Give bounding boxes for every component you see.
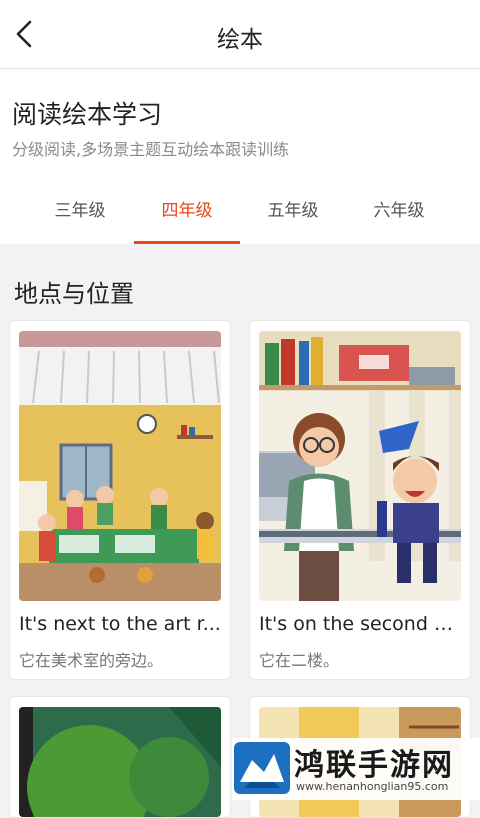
book-card[interactable]: It's on the second fl... 它在二楼。 [249, 320, 471, 680]
book-cover-image [19, 331, 221, 601]
book-subtitle: 它在二楼。 [259, 651, 340, 670]
top-bar: 绘本 [0, 0, 480, 69]
intro-panel: 阅读绘本学习 分级阅读,多场景主题互动绘本跟读训练 三年级 四年级 五年级 六年… [0, 69, 480, 244]
intro-subtitle: 分级阅读,多场景主题互动绘本跟读训练 [12, 140, 290, 159]
intro-heading: 阅读绘本学习 [12, 100, 163, 129]
book-title: It's on the second fl... [259, 613, 461, 635]
tab-grade-6[interactable]: 六年级 [346, 189, 452, 244]
tab-grade-5[interactable]: 五年级 [240, 189, 346, 244]
book-title: It's next to the art r... [19, 613, 221, 635]
watermark-brand: 鸿联手游网 [294, 748, 454, 783]
site-watermark: 鸿联手游网 www.henanhonglian95.com [232, 738, 480, 800]
tab-grade-4[interactable]: 四年级 [134, 189, 240, 244]
book-cover-image [19, 707, 221, 817]
section-title: 地点与位置 [14, 280, 134, 308]
page-title: 绘本 [217, 27, 263, 53]
tab-grade-3[interactable]: 三年级 [27, 189, 133, 244]
book-cover-image [259, 331, 461, 601]
grade-tabs: 三年级 四年级 五年级 六年级 [0, 189, 480, 244]
watermark-url: www.henanhonglian95.com [296, 780, 449, 793]
book-subtitle: 它在美术室的旁边。 [19, 651, 164, 670]
brand-logo-icon [234, 742, 290, 794]
book-card[interactable]: It's next to the art r... 它在美术室的旁边。 [9, 320, 231, 680]
